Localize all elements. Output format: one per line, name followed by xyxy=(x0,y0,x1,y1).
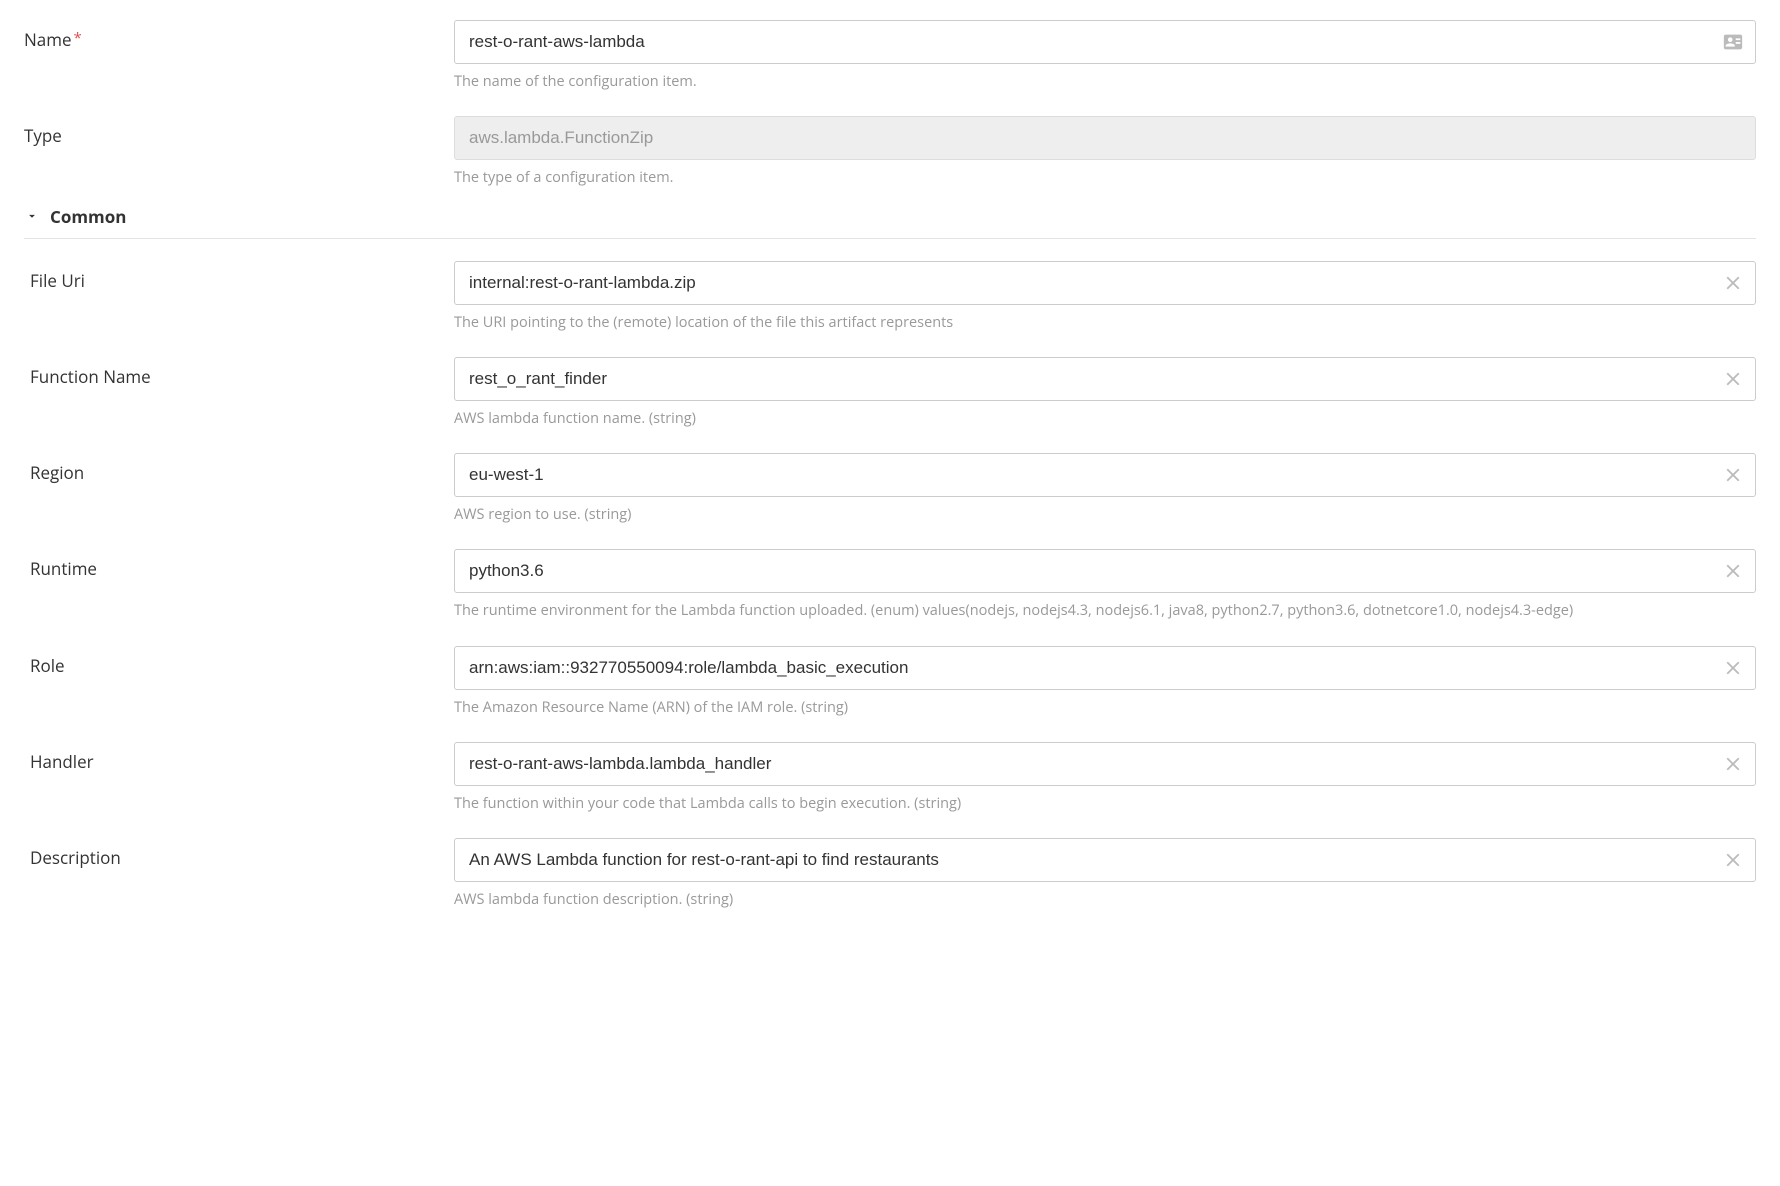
clear-icon[interactable] xyxy=(1722,464,1744,486)
file-uri-label: File Uri xyxy=(24,261,454,292)
role-label: Role xyxy=(24,646,454,677)
handler-help: The function within your code that Lambd… xyxy=(454,794,1756,814)
runtime-row: Runtime The runtime environment for the … xyxy=(24,549,1756,621)
role-row: Role The Amazon Resource Name (ARN) of t… xyxy=(24,646,1756,718)
runtime-input[interactable] xyxy=(454,549,1756,593)
type-help: The type of a configuration item. xyxy=(454,168,1756,188)
handler-row: Handler The function within your code th… xyxy=(24,742,1756,814)
name-input[interactable] xyxy=(454,20,1756,64)
clear-icon[interactable] xyxy=(1722,753,1744,775)
description-help: AWS lambda function description. (string… xyxy=(454,890,1756,910)
region-row: Region AWS region to use. (string) xyxy=(24,453,1756,525)
name-row: Name* The name of the configuration item… xyxy=(24,20,1756,92)
required-asterisk: * xyxy=(74,28,82,48)
description-input[interactable] xyxy=(454,838,1756,882)
region-input[interactable] xyxy=(454,453,1756,497)
section-divider xyxy=(24,238,1756,239)
type-input xyxy=(454,116,1756,160)
region-help: AWS region to use. (string) xyxy=(454,505,1756,525)
role-help: The Amazon Resource Name (ARN) of the IA… xyxy=(454,698,1756,718)
description-row: Description AWS lambda function descript… xyxy=(24,838,1756,910)
role-input[interactable] xyxy=(454,646,1756,690)
type-label: Type xyxy=(24,116,454,147)
id-card-icon[interactable] xyxy=(1722,31,1744,53)
clear-icon[interactable] xyxy=(1722,657,1744,679)
name-label: Name* xyxy=(24,20,454,51)
common-section-toggle[interactable]: Common xyxy=(24,199,1756,238)
file-uri-input[interactable] xyxy=(454,261,1756,305)
type-row: Type The type of a configuration item. xyxy=(24,116,1756,188)
file-uri-help: The URI pointing to the (remote) locatio… xyxy=(454,313,1756,333)
runtime-help: The runtime environment for the Lambda f… xyxy=(454,601,1756,621)
clear-icon[interactable] xyxy=(1722,849,1744,871)
function-name-help: AWS lambda function name. (string) xyxy=(454,409,1756,429)
function-name-row: Function Name AWS lambda function name. … xyxy=(24,357,1756,429)
description-label: Description xyxy=(24,838,454,869)
chevron-down-icon xyxy=(24,208,40,224)
clear-icon[interactable] xyxy=(1722,272,1744,294)
clear-icon[interactable] xyxy=(1722,368,1744,390)
common-section-label: Common xyxy=(50,205,126,228)
function-name-input[interactable] xyxy=(454,357,1756,401)
file-uri-row: File Uri The URI pointing to the (remote… xyxy=(24,261,1756,333)
runtime-label: Runtime xyxy=(24,549,454,580)
handler-label: Handler xyxy=(24,742,454,773)
function-name-label: Function Name xyxy=(24,357,454,388)
region-label: Region xyxy=(24,453,454,484)
clear-icon[interactable] xyxy=(1722,560,1744,582)
name-help: The name of the configuration item. xyxy=(454,72,1756,92)
handler-input[interactable] xyxy=(454,742,1756,786)
